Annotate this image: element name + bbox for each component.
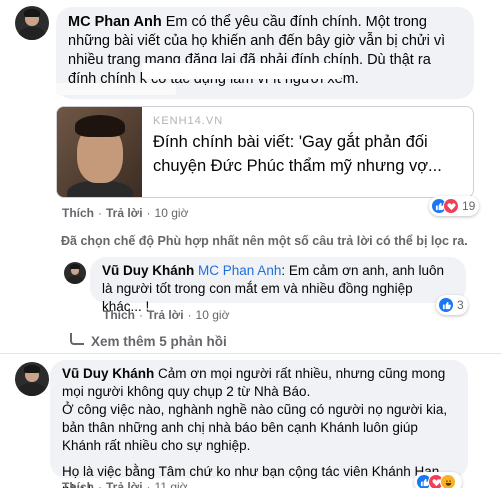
reply-button[interactable]: Trả lời	[147, 308, 184, 322]
link-thumbnail	[57, 107, 142, 197]
love-reaction-icon	[443, 198, 459, 214]
comment-actions: Thích · Trả lời · 11 giờ	[62, 480, 188, 488]
reply-time[interactable]: 10 giờ	[196, 308, 230, 322]
separator-dot: ·	[187, 308, 192, 322]
avatar-hair	[23, 9, 41, 17]
avatar-mc-phan-anh[interactable]	[15, 6, 49, 40]
divider	[0, 353, 502, 354]
comment-text: Vũ Duy Khánh Cảm ơn mọi người rất nhiều,…	[62, 365, 456, 401]
reply-button[interactable]: Trả lời	[106, 480, 143, 488]
reply-arrow-icon	[70, 333, 84, 345]
reactions-summary[interactable]: 19	[429, 196, 480, 216]
reply-bubble: Vũ Duy Khánh MC Phan Anh: Em cảm ơn anh,…	[90, 257, 466, 314]
like-button[interactable]: Thích	[62, 206, 94, 220]
reply-author[interactable]: Vũ Duy Khánh	[102, 263, 194, 278]
redaction-box	[56, 83, 176, 95]
like-reaction-icon	[438, 297, 454, 313]
link-preview-card[interactable]: KENH14.VN Đính chính bài viết: 'Gay gắt …	[56, 106, 474, 198]
reaction-count: 3	[457, 298, 464, 312]
like-button[interactable]: Thích	[103, 308, 135, 322]
view-more-replies-link[interactable]: Xem thêm 5 phản hồi	[91, 334, 227, 349]
avatar-shoulders	[66, 275, 84, 284]
separator-dot: ·	[146, 480, 151, 488]
redaction-box	[142, 63, 342, 79]
reactions-summary[interactable]	[414, 472, 462, 488]
reactions-summary[interactable]: 3	[436, 295, 468, 315]
comment-actions: Thích · Trả lời · 10 giờ	[62, 206, 188, 220]
separator-dot: ·	[98, 480, 102, 488]
reply-mention[interactable]: MC Phan Anh	[198, 263, 281, 278]
avatar-vu-duy-khanh[interactable]	[64, 262, 86, 284]
separator-dot: ·	[139, 308, 143, 322]
link-title[interactable]: Đính chính bài viết: 'Gay gắt phản đối c…	[153, 130, 467, 178]
comment-author[interactable]: MC Phan Anh	[68, 14, 162, 30]
filter-note[interactable]: Đã chọn chế độ Phù hợp nhất nên một số c…	[61, 234, 468, 248]
separator-dot: ·	[146, 206, 151, 220]
avatar-shoulders	[18, 383, 46, 396]
like-button[interactable]: Thích	[62, 480, 94, 488]
avatar-shoulders	[18, 27, 46, 40]
comment-author[interactable]: Vũ Duy Khánh	[62, 366, 154, 381]
avatar-hair	[23, 365, 41, 373]
comment-time[interactable]: 11 giờ	[155, 480, 188, 488]
comment-paragraph-2: Ở công việc nào, nghành nghề nào cũng có…	[62, 402, 448, 453]
reply-actions: Thích · Trả lời · 10 giờ	[103, 308, 229, 322]
haha-reaction-icon	[440, 474, 456, 488]
thumbnail-body	[67, 181, 133, 197]
reaction-count: 19	[462, 199, 476, 213]
separator-dot: ·	[98, 206, 102, 220]
reply-button[interactable]: Trả lời	[106, 206, 143, 220]
avatar-hair	[69, 264, 81, 270]
avatar-vu-duy-khanh[interactable]	[15, 362, 49, 396]
comment-time[interactable]: 10 giờ	[155, 206, 189, 220]
link-domain: KENH14.VN	[153, 115, 224, 127]
comment-bubble-vu-duy-khanh: Vũ Duy Khánh Cảm ơn mọi người rất nhiều,…	[50, 360, 468, 488]
thumbnail-hair	[75, 115, 125, 137]
